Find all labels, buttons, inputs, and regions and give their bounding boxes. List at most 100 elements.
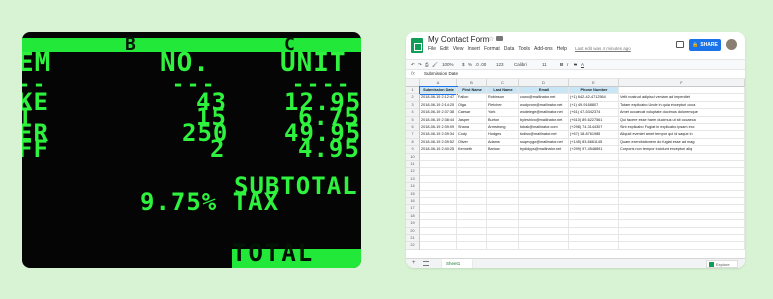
row-header[interactable]: 21: [406, 235, 420, 243]
table-cell[interactable]: [519, 205, 569, 213]
table-cell[interactable]: [569, 175, 619, 184]
menu-view[interactable]: View: [453, 46, 464, 52]
table-cell[interactable]: Fallon: [457, 94, 487, 102]
table-cell[interactable]: (+145) 83-6661145: [569, 138, 619, 147]
table-cell[interactable]: [487, 183, 519, 191]
header-cell[interactable]: Email: [519, 87, 569, 95]
all-sheets-icon[interactable]: [423, 261, 429, 266]
header-cell[interactable]: Phone Number: [569, 87, 619, 95]
table-cell[interactable]: Cody: [457, 131, 487, 139]
table-cell[interactable]: [619, 153, 745, 161]
table-cell[interactable]: [569, 168, 619, 176]
row-header[interactable]: 4: [406, 109, 420, 117]
table-cell[interactable]: Kenneth: [457, 146, 487, 154]
table-cell[interactable]: [519, 235, 569, 243]
folder-icon[interactable]: [496, 36, 503, 41]
menu-tools[interactable]: Tools: [518, 46, 530, 52]
row-header[interactable]: 11: [406, 161, 420, 169]
table-cell[interactable]: [569, 183, 619, 191]
sheets-logo-icon[interactable]: [411, 38, 423, 53]
explore-button[interactable]: Explore: [706, 260, 738, 268]
table-cell[interactable]: [487, 168, 519, 176]
paint-format-icon[interactable]: 🖌: [432, 62, 438, 68]
table-cell[interactable]: [487, 242, 519, 250]
table-cell[interactable]: [569, 227, 619, 235]
percent-button[interactable]: %: [468, 62, 472, 67]
table-cell[interactable]: [457, 161, 487, 169]
table-cell[interactable]: [420, 212, 457, 221]
table-cell[interactable]: [457, 235, 487, 243]
row-header[interactable]: 16: [406, 198, 420, 206]
table-cell[interactable]: Totam explicabo Unde in quia excepturi o…: [619, 101, 745, 110]
table-cell[interactable]: [519, 220, 569, 228]
redo-icon[interactable]: ↷: [418, 62, 422, 68]
table-cell[interactable]: [619, 183, 745, 191]
last-edit-link[interactable]: Last edit was 4 minutes ago: [575, 46, 631, 52]
table-cell[interactable]: [569, 161, 619, 169]
table-cell[interactable]: 2018-06-19 2:37:38: [420, 109, 457, 117]
table-cell[interactable]: 2018-06-19 2:39:34: [420, 131, 457, 139]
header-cell[interactable]: Submission Date: [419, 85, 458, 96]
header-cell[interactable]: First Name: [457, 87, 487, 95]
format-select[interactable]: 123: [496, 62, 504, 67]
print-icon[interactable]: ⎙: [425, 62, 429, 67]
table-cell[interactable]: [487, 212, 519, 221]
table-cell[interactable]: [487, 205, 519, 213]
table-cell[interactable]: [457, 220, 487, 228]
table-cell[interactable]: 2018-06-19 2:12:47: [420, 94, 457, 102]
table-cell[interactable]: 2018-06-19 2:40:25: [420, 146, 457, 154]
table-cell[interactable]: [569, 212, 619, 221]
column-header-a[interactable]: A: [420, 79, 457, 87]
strike-button[interactable]: S: [574, 62, 577, 67]
table-cell[interactable]: [519, 168, 569, 176]
table-cell[interactable]: Olga: [457, 101, 487, 110]
row-header[interactable]: 3: [406, 101, 420, 110]
row-header[interactable]: 7: [406, 131, 420, 139]
table-cell[interactable]: [487, 235, 519, 243]
share-button[interactable]: 🔒 SHARE: [689, 39, 721, 51]
table-cell[interactable]: [420, 168, 457, 176]
table-cell[interactable]: (+298) 74-3144307: [569, 124, 619, 132]
row-header[interactable]: 19: [406, 220, 420, 228]
table-cell[interactable]: Qui facere esse harm ducimus ut sit occa…: [619, 116, 745, 124]
row-header[interactable]: 9: [406, 146, 420, 154]
table-cell[interactable]: [569, 190, 619, 198]
menu-insert[interactable]: Insert: [467, 46, 480, 52]
currency-button[interactable]: $: [462, 62, 465, 67]
table-cell[interactable]: [519, 161, 569, 169]
row-header[interactable]: 10: [406, 153, 420, 161]
table-cell[interactable]: [420, 220, 457, 228]
table-cell[interactable]: (+1) 642-42-4712564: [569, 94, 619, 102]
sheet-tab[interactable]: Sheet1: [442, 259, 472, 268]
table-cell[interactable]: Barlow: [487, 146, 519, 154]
star-icon[interactable]: ☆: [488, 35, 494, 43]
bold-button[interactable]: B: [560, 62, 563, 67]
row-header[interactable]: 5: [406, 116, 420, 124]
table-cell[interactable]: Jasper: [457, 116, 487, 124]
table-cell[interactable]: [519, 242, 569, 250]
table-cell[interactable]: [487, 220, 519, 228]
table-cell[interactable]: [457, 242, 487, 250]
column-header-e[interactable]: E: [569, 79, 619, 87]
table-cell[interactable]: Caesar: [457, 109, 487, 117]
column-header-c[interactable]: C: [487, 79, 519, 87]
table-cell[interactable]: Robinson: [487, 94, 519, 102]
table-cell[interactable]: [457, 212, 487, 221]
table-cell[interactable]: [420, 227, 457, 235]
table-cell[interactable]: [420, 153, 457, 161]
table-cell[interactable]: [487, 161, 519, 169]
table-cell[interactable]: [619, 242, 745, 250]
zoom-select[interactable]: 100%: [442, 62, 454, 67]
table-cell[interactable]: [619, 205, 745, 213]
table-cell[interactable]: Velit nostrud adipisci veniam ad imperdi…: [619, 94, 745, 102]
table-cell[interactable]: [457, 153, 487, 161]
italic-button[interactable]: I: [567, 62, 568, 67]
table-cell[interactable]: cuwo@mailinator.net: [519, 94, 569, 102]
table-cell[interactable]: [457, 205, 487, 213]
table-cell[interactable]: [569, 220, 619, 228]
font-size-select[interactable]: 11: [542, 62, 547, 67]
table-cell[interactable]: (+610) 89-6227561: [569, 116, 619, 124]
table-cell[interactable]: 2018-06-19 2:14:25: [420, 101, 457, 110]
row-header[interactable]: 14: [406, 183, 420, 191]
table-cell[interactable]: todiso@mailinator.net: [519, 131, 569, 139]
